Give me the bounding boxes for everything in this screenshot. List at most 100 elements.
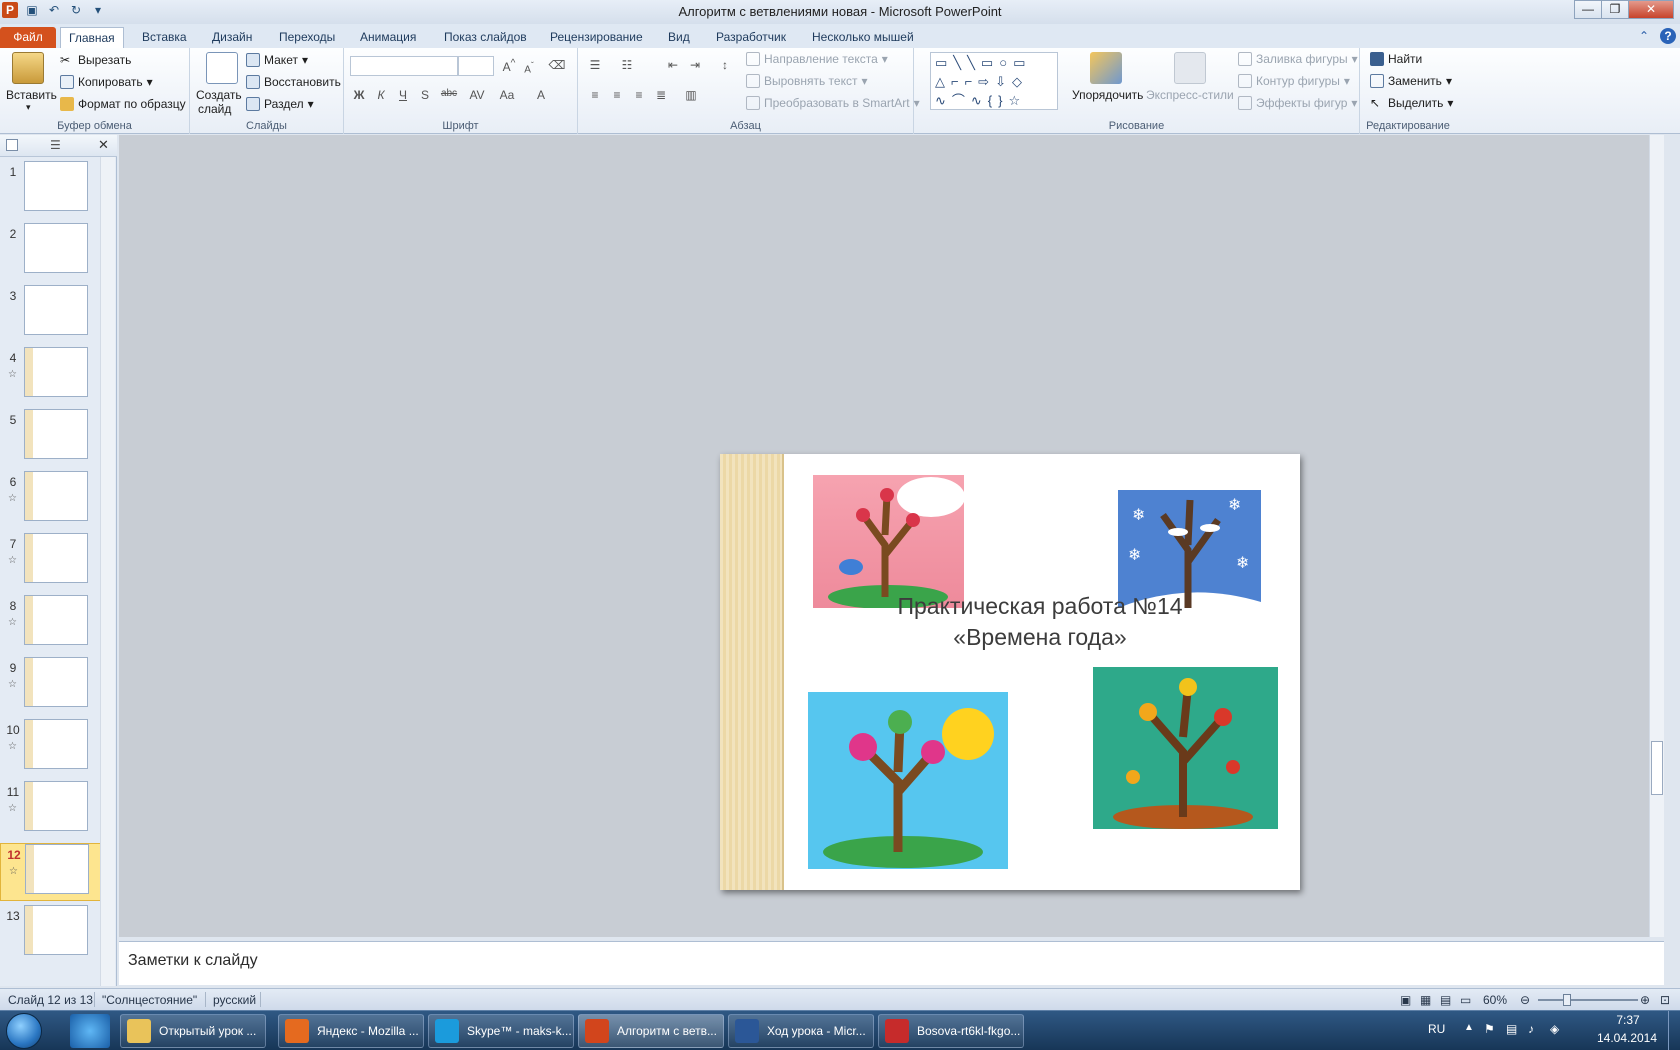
slides-panel-scrollbar[interactable] (100, 157, 115, 986)
update-icon[interactable]: ◈ (1550, 1022, 1559, 1036)
help-icon[interactable]: ? (1660, 28, 1676, 44)
normal-view-icon[interactable]: ▣ (1400, 993, 1411, 1007)
slide-thumbnail-7[interactable]: 7 ☆ (0, 533, 106, 591)
decrease-indent-icon[interactable]: ⇤ (664, 58, 682, 72)
zoom-level[interactable]: 60% (1483, 993, 1507, 1007)
shadow-button[interactable]: S (416, 88, 434, 102)
close-button[interactable]: ✕ (1628, 0, 1674, 19)
strikethrough-button[interactable]: abc (440, 88, 458, 99)
autumn-tree-picture[interactable] (1093, 667, 1278, 829)
slide-thumbnail-9[interactable]: 9 ☆ (0, 657, 106, 715)
editor-scroll-thumb[interactable] (1651, 741, 1663, 795)
align-center-icon[interactable]: ≡ (608, 88, 626, 102)
clear-formatting-icon[interactable]: ⌫ (548, 58, 566, 72)
slide-thumbnail-4[interactable]: 4 ☆ (0, 347, 106, 405)
numbering-icon[interactable]: ☷ (618, 58, 636, 72)
reset-button[interactable]: Восстановить (246, 75, 341, 89)
char-spacing-icon[interactable]: AV (468, 88, 486, 102)
tab-multiple-mice[interactable]: Несколько мышей (804, 27, 922, 48)
columns-icon[interactable]: ▥ (682, 88, 700, 102)
slide-thumbnail-1[interactable]: 1 (0, 161, 106, 219)
zoom-in-icon[interactable]: ⊕ (1640, 993, 1650, 1007)
format-painter-button[interactable]: Формат по образцу (60, 97, 186, 111)
slide-thumbnail-6[interactable]: 6 ☆ (0, 471, 106, 529)
slide-thumbnail-13[interactable]: 13 (0, 905, 106, 963)
tab-design[interactable]: Дизайн (204, 27, 260, 48)
theme-name[interactable]: "Солнцестояние" (102, 993, 197, 1007)
tab-animation[interactable]: Анимация (352, 27, 424, 48)
volume-icon[interactable]: ♪ (1528, 1022, 1534, 1036)
close-panel-icon[interactable]: ✕ (98, 137, 109, 153)
zoom-out-icon[interactable]: ⊖ (1520, 993, 1530, 1007)
outline-tab[interactable]: ☰ (50, 138, 61, 152)
quick-styles-icon[interactable] (1174, 52, 1206, 84)
new-slide-label-1[interactable]: Создать (196, 88, 242, 102)
tab-file[interactable]: Файл (0, 27, 56, 48)
slide-thumbnail-11[interactable]: 11 ☆ (0, 781, 106, 839)
align-left-icon[interactable]: ≡ (586, 88, 604, 102)
minimize-button[interactable]: — (1574, 0, 1602, 19)
summer-tree-picture[interactable] (808, 692, 1008, 869)
text-direction-button[interactable]: Направление текста ▾ (746, 52, 888, 66)
find-button[interactable]: Найти (1370, 52, 1422, 66)
bold-button[interactable]: Ж (350, 88, 368, 102)
network-icon[interactable]: ▤ (1506, 1022, 1517, 1036)
paste-button[interactable]: Вставить (6, 88, 57, 102)
shape-fill-button[interactable]: Заливка фигуры ▾ (1238, 52, 1358, 66)
current-slide[interactable]: ❄ ❄ ❄ ❄ Практическая работа №14 «Времена… (720, 454, 1300, 890)
tab-home[interactable]: Главная (60, 27, 124, 48)
grow-font-icon[interactable]: A^ (500, 58, 518, 74)
slide-thumbnail-5[interactable]: 5 (0, 409, 106, 467)
slide-sorter-view-icon[interactable]: ▦ (1420, 993, 1431, 1007)
reading-view-icon[interactable]: ▤ (1440, 993, 1451, 1007)
paste-dropdown-icon[interactable]: ▾ (26, 102, 31, 113)
shape-effects-button[interactable]: Эффекты фигур ▾ (1238, 96, 1357, 110)
language-indicator[interactable]: русский (213, 993, 256, 1007)
change-case-icon[interactable]: Aa (498, 88, 516, 102)
shrink-font-icon[interactable]: Aˇ (520, 60, 538, 75)
quick-styles-button[interactable]: Экспресс-стили (1146, 88, 1234, 102)
slides-tab[interactable] (6, 139, 18, 151)
start-button[interactable] (6, 1013, 42, 1049)
underline-button[interactable]: Ч (394, 88, 412, 102)
tab-slideshow[interactable]: Показ слайдов (436, 27, 535, 48)
tab-view[interactable]: Вид (660, 27, 698, 48)
clock-time[interactable]: 7:37 (1598, 1013, 1658, 1027)
notes-pane[interactable]: Заметки к слайду (119, 941, 1664, 985)
increase-indent-icon[interactable]: ⇥ (686, 58, 704, 72)
smartart-button[interactable]: Преобразовать в SmartArt ▾ (746, 96, 920, 110)
slide-title[interactable]: Практическая работа №14 «Времена года» (840, 591, 1240, 653)
taskbar-button-2[interactable]: Яндекс - Mozilla ... (278, 1014, 424, 1048)
select-button[interactable]: ↖ Выделить ▾ (1370, 96, 1453, 110)
italic-button[interactable]: К (372, 88, 390, 102)
justify-icon[interactable]: ≣ (652, 88, 670, 102)
replace-button[interactable]: Заменить ▾ (1370, 74, 1452, 88)
font-color-icon[interactable]: A (532, 88, 550, 102)
new-slide-icon[interactable] (206, 52, 238, 84)
bullets-icon[interactable]: ☰ (586, 58, 604, 72)
copy-button[interactable]: Копировать ▾ (60, 75, 153, 89)
spring-tree-picture[interactable] (813, 475, 964, 608)
font-name-combo[interactable] (350, 56, 458, 76)
shape-outline-button[interactable]: Контур фигуры ▾ (1238, 74, 1350, 88)
section-button[interactable]: Раздел ▾ (246, 97, 314, 111)
slide-thumbnail-8[interactable]: 8 ☆ (0, 595, 106, 653)
flag-icon[interactable]: ⚑ (1484, 1022, 1495, 1036)
align-text-button[interactable]: Выровнять текст ▾ (746, 74, 868, 88)
taskbar-button-6[interactable]: Bosova-rt6kl-fkgo... (878, 1014, 1024, 1048)
slide-thumbnail-3[interactable]: 3 (0, 285, 106, 343)
arrange-button[interactable]: Упорядочить (1072, 88, 1143, 102)
tab-review[interactable]: Рецензирование (542, 27, 651, 48)
align-right-icon[interactable]: ≡ (630, 88, 648, 102)
internet-explorer-icon[interactable] (70, 1014, 110, 1048)
taskbar-button-1[interactable]: Открытый урок ... (120, 1014, 266, 1048)
maximize-button[interactable]: ❐ (1601, 0, 1629, 19)
minimize-ribbon-icon[interactable]: ⌃ (1636, 28, 1652, 44)
new-slide-label-2[interactable]: слайд (198, 102, 231, 116)
zoom-slider[interactable] (1538, 994, 1638, 1006)
font-size-combo[interactable] (458, 56, 494, 76)
slide-thumbnail-2[interactable]: 2 (0, 223, 106, 281)
paste-icon[interactable] (12, 52, 44, 84)
clock-date[interactable]: 14.04.2014 (1592, 1031, 1662, 1045)
show-desktop-button[interactable] (1668, 1011, 1680, 1050)
